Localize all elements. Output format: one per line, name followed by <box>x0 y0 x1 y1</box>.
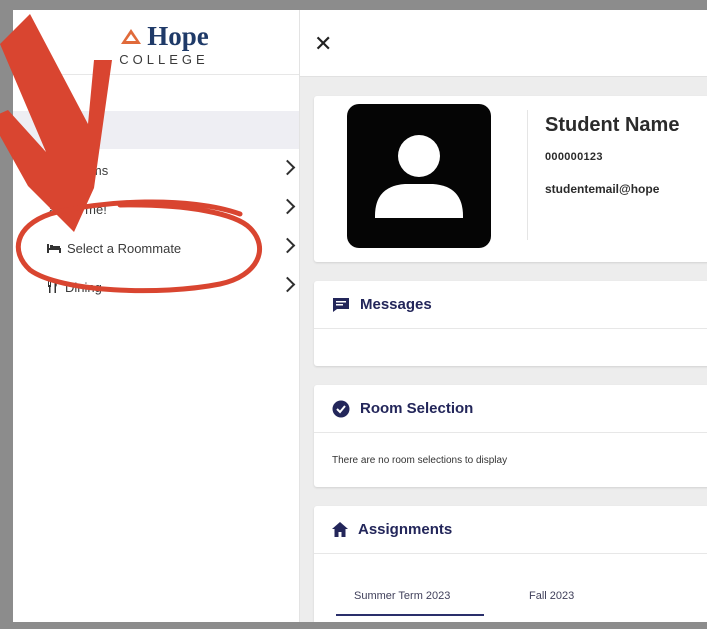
student-id: 000000123 <box>545 151 603 163</box>
logo-subtitle: COLLEGE <box>119 52 209 67</box>
app-frame: Hope COLLEGE e s & Forms about me! Selec… <box>13 10 707 622</box>
user-silhouette-icon <box>375 135 463 218</box>
messages-header[interactable]: Messages <box>314 281 707 329</box>
main-content: ✕ Student Name 000000123 studentemail@ho… <box>300 10 707 622</box>
bed-icon <box>47 244 61 253</box>
home-icon <box>332 522 348 537</box>
chevron-right-icon <box>279 198 296 215</box>
sidebar-item-dining[interactable]: Dining <box>13 268 299 306</box>
chevron-right-icon <box>279 159 296 176</box>
tab-summer-term-2023[interactable]: Summer Term 2023 <box>354 590 450 602</box>
sidebar-item-about-me[interactable]: about me! <box>13 190 299 228</box>
fork-knife-icon <box>48 281 57 293</box>
room-selection-title: Room Selection <box>360 400 474 417</box>
sidebar-item-forms[interactable]: s & Forms <box>13 151 299 189</box>
chevron-right-icon <box>279 237 296 254</box>
sidebar-item-home[interactable]: e <box>13 111 299 149</box>
sidebar-item-label: Dining <box>65 279 102 295</box>
sidebar-item-select-roommate[interactable]: Select a Roommate <box>13 229 299 267</box>
avatar <box>347 104 491 248</box>
check-circle-icon <box>332 400 350 417</box>
hope-college-logo[interactable]: Hope COLLEGE <box>99 22 229 74</box>
logo-word: Hope <box>147 21 209 51</box>
room-selection-header[interactable]: Room Selection <box>314 385 707 433</box>
assignments-header[interactable]: Assignments <box>314 506 707 554</box>
room-selection-card: Room Selection There are no room selecti… <box>314 385 707 487</box>
sidebar-item-label: e <box>49 122 57 138</box>
profile-divider <box>527 110 528 240</box>
messages-card: Messages <box>314 281 707 366</box>
sidebar-divider <box>13 74 299 75</box>
anchor-logo-icon <box>121 29 142 44</box>
sidebar-item-label: about me! <box>49 201 107 217</box>
chat-icon <box>333 297 349 312</box>
top-bar: ✕ <box>300 10 707 77</box>
student-email: studentemail@hope <box>545 182 660 196</box>
sidebar-item-label: s & Forms <box>49 162 109 178</box>
student-name: Student Name <box>545 114 680 136</box>
active-tab-indicator <box>336 614 484 616</box>
assignments-card: Assignments Summer Term 2023 Fall 2023 <box>314 506 707 622</box>
close-icon[interactable]: ✕ <box>314 33 332 55</box>
chevron-right-icon <box>279 276 296 293</box>
empty-state-text: There are no room selections to display <box>332 455 508 466</box>
assignments-title: Assignments <box>358 521 453 538</box>
sidebar-item-label: Select a Roommate <box>67 240 182 256</box>
profile-card: Student Name 000000123 studentemail@hope <box>314 96 707 262</box>
messages-title: Messages <box>360 296 432 313</box>
sidebar: Hope COLLEGE e s & Forms about me! Selec… <box>13 10 300 622</box>
tab-fall-2023[interactable]: Fall 2023 <box>529 590 574 602</box>
